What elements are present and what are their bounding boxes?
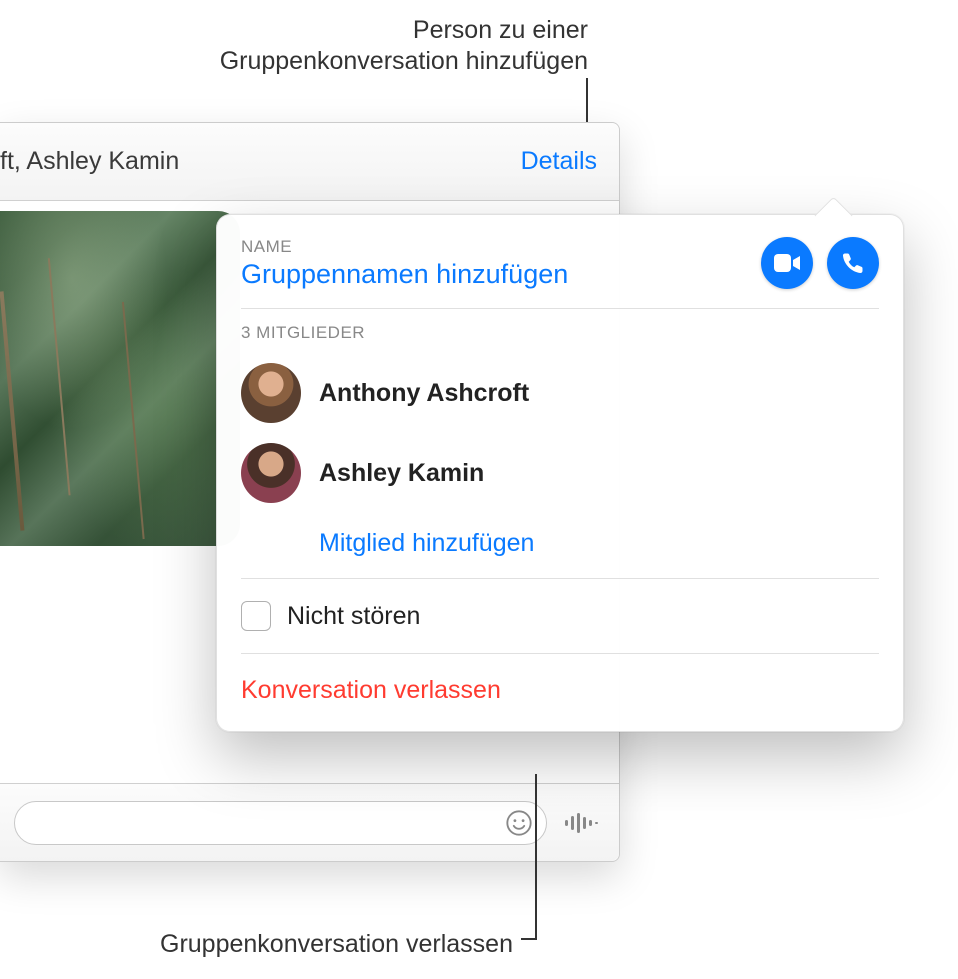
emoji-icon[interactable] (504, 808, 534, 838)
callout-line (521, 938, 537, 940)
callout-add-person: Person zu einer Gruppenkonversation hinz… (220, 15, 588, 78)
member-name: Anthony Ashcroft (319, 379, 529, 408)
avatar (241, 443, 301, 503)
do-not-disturb-checkbox[interactable] (241, 601, 271, 631)
audio-call-button[interactable] (827, 237, 879, 289)
member-name: Ashley Kamin (319, 459, 484, 488)
callout-leave-conversation: Gruppenkonversation verlassen (160, 930, 513, 959)
leave-conversation-button[interactable]: Konversation verlassen (241, 676, 879, 705)
video-call-button[interactable] (761, 237, 813, 289)
message-input[interactable] (14, 801, 547, 845)
message-input-bar (0, 783, 619, 861)
details-popover: Name Gruppennamen hinzufügen 3 MITGLIEDE… (216, 214, 904, 732)
message-image[interactable] (0, 211, 240, 546)
member-row[interactable]: Ashley Kamin (241, 433, 879, 513)
conversation-participants: ft, Ashley Kamin (0, 147, 179, 176)
group-name-label: Name (241, 237, 745, 257)
details-button[interactable]: Details (521, 147, 597, 176)
members-count-label: 3 MITGLIEDER (241, 323, 879, 343)
do-not-disturb-label: Nicht stören (287, 602, 420, 631)
group-name-input[interactable]: Gruppennamen hinzufügen (241, 259, 745, 290)
avatar (241, 363, 301, 423)
add-member-button[interactable]: Mitglied hinzufügen (241, 513, 879, 558)
messages-header: ft, Ashley Kamin Details (0, 123, 619, 201)
audio-message-icon[interactable] (557, 801, 605, 845)
callout-line (535, 774, 537, 939)
member-row[interactable]: Anthony Ashcroft (241, 353, 879, 433)
